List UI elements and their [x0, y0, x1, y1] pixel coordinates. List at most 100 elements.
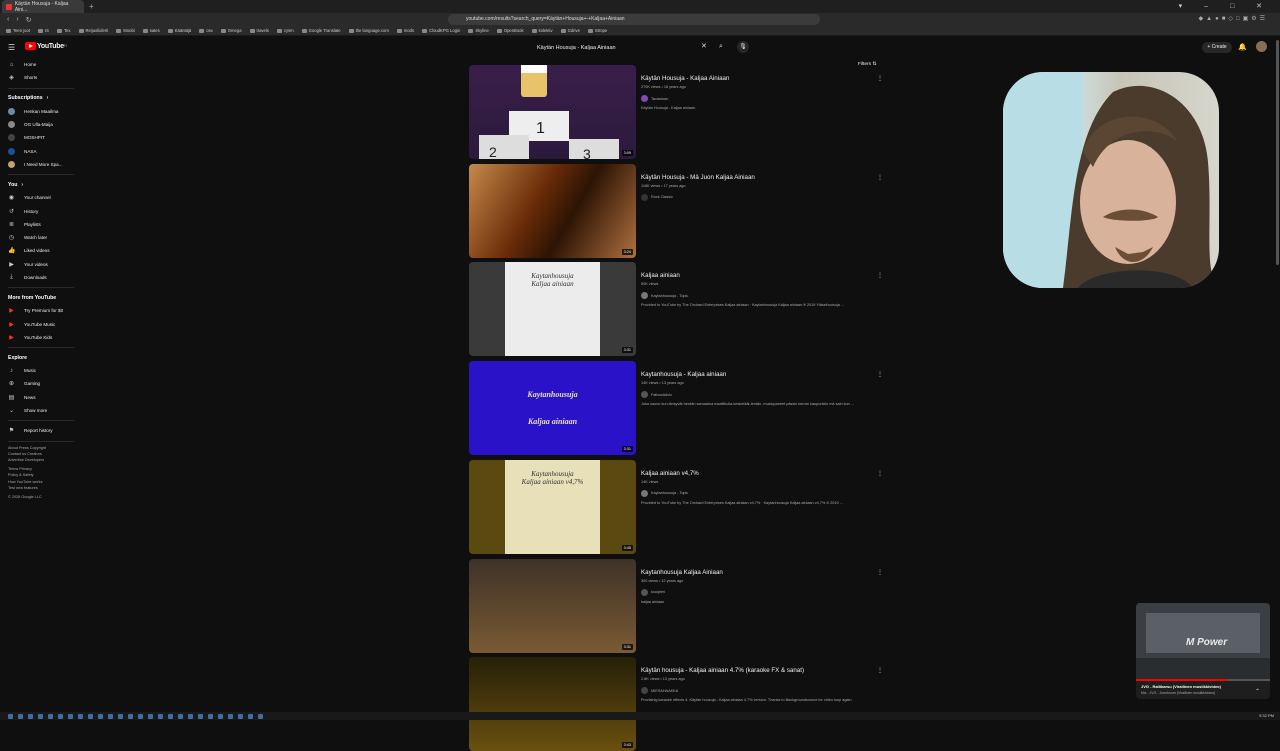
video-title[interactable]: Kaljaa ainiaan v4,7%	[641, 470, 699, 477]
video-thumbnail[interactable]: Kaytanhousuja Kaljaa ainiaan 3:31	[469, 361, 636, 456]
sidebar-item[interactable]: ◉ Your channel	[0, 191, 82, 204]
video-thumbnail[interactable]: Kaytanhousuja Kaljaa ainiaan 3:31	[469, 262, 636, 357]
sidebar-item[interactable]: ⌂ Home	[0, 58, 82, 71]
bookmark-item[interactable]: Kääntäjä	[167, 28, 191, 33]
sidebar-item[interactable]: ▶ Your videos	[0, 258, 82, 271]
bookmark-item[interactable]: Tex	[56, 28, 71, 33]
scrollbar-thumb[interactable]	[1276, 40, 1279, 265]
taskbar-app-icon[interactable]	[128, 713, 133, 719]
video-result[interactable]: Kaytanhousuja Kaljaa ainiaan 3:31 Kaytanhou…	[469, 361, 885, 456]
taskbar-app-icon[interactable]	[148, 713, 153, 719]
voice-search-icon[interactable]: 🎙	[737, 41, 749, 53]
video-thumbnail[interactable]: 3:31	[469, 558, 636, 653]
taskbar-app-icon[interactable]	[118, 713, 123, 719]
sidebar-item[interactable]: MOSHPIT	[0, 131, 82, 144]
url-input[interactable]: youtube.com/results?search_query=Käytän+…	[448, 14, 820, 25]
sidebar-item[interactable]: Henkan Maailma	[0, 105, 82, 118]
taskbar-app-icon[interactable]	[188, 713, 193, 719]
video-thumbnail[interactable]: 3:43	[469, 657, 636, 751]
new-tab-icon[interactable]: +	[89, 2, 94, 11]
video-title[interactable]: Käytän Housuja - Mä Juon Kaljaa Ainiaan	[641, 174, 755, 181]
sidebar-section-title[interactable]: You ›	[0, 178, 82, 191]
sidebar-item[interactable]: ▶ YouTube Music	[0, 317, 82, 330]
search-button[interactable]: ⌕	[714, 40, 728, 54]
bookmark-item[interactable]: Teen juot	[6, 28, 30, 33]
more-options-icon[interactable]: ⋮	[877, 272, 883, 279]
footer-line[interactable]: © 2026 Google LLC	[8, 494, 82, 500]
bookmark-item[interactable]: Gdrive	[560, 28, 580, 33]
sidebar-item[interactable]: ≣ Playlists	[0, 218, 82, 231]
miniplayer-progress[interactable]	[1136, 679, 1270, 681]
taskbar-app-icon[interactable]	[208, 713, 213, 719]
sidebar-item[interactable]: ⤓ Downloads	[0, 271, 82, 284]
taskbar-app-icon[interactable]	[68, 713, 73, 719]
channel-link[interactable]: Tavastoan	[641, 95, 668, 102]
taskbar-app-icon[interactable]	[38, 713, 43, 719]
create-button[interactable]: + Create	[1202, 42, 1232, 53]
window-controls[interactable]: ▾ – □ ✕	[1179, 2, 1272, 10]
more-options-icon[interactable]: ⋮	[877, 569, 883, 576]
sidebar-item[interactable]: OG Ulla-Maija	[0, 118, 82, 131]
sidebar-item[interactable]: ▤ News	[0, 391, 82, 404]
bookmark-item[interactable]: Moobi	[116, 28, 135, 33]
sidebar-item[interactable]: ▶ Try Premium for $0	[0, 304, 82, 317]
video-result[interactable]: 1 2 3 3:09 Käytän Housuja - Kaljaa Ainiaan 27…	[469, 65, 885, 159]
sidebar-section-title[interactable]: More from YouTube	[0, 291, 82, 304]
bookmark-item[interactable]: CloudKPG Login	[422, 28, 460, 33]
taskbar-app-icon[interactable]	[238, 713, 243, 719]
sidebar-item[interactable]: ⚑ Report history	[0, 424, 82, 437]
miniplayer-expand-icon[interactable]: ⌃	[1255, 688, 1260, 695]
video-thumbnail[interactable]: 1 2 3 3:09	[469, 65, 636, 159]
bookmark-item[interactable]: the language.com	[348, 28, 389, 33]
sidebar-section-title[interactable]: Subscriptions ›	[0, 92, 82, 105]
video-title[interactable]: Käytän Housuja - Kaljaa Ainiaan	[641, 75, 729, 82]
channel-link[interactable]: FatboxAdvix	[641, 391, 672, 399]
avatar[interactable]	[1256, 41, 1267, 52]
bookmark-item[interactable]: IS	[38, 28, 49, 33]
taskbar-app-icon[interactable]	[8, 713, 13, 719]
youtube-logo[interactable]: YouTube FI	[25, 42, 67, 50]
sidebar-item[interactable]: I Need More Spa...	[0, 158, 82, 171]
bookmark-item[interactable]: OpenBook	[496, 28, 524, 33]
sidebar-item[interactable]: 👍 Liked videos	[0, 244, 82, 257]
bookmark-item[interactable]: sates	[142, 28, 160, 33]
video-title[interactable]: Kaytanhousuja Kaljaa Ainiaan	[641, 569, 723, 576]
bookmark-item[interactable]: Strope	[587, 28, 607, 33]
reload-icon[interactable]: ↻	[26, 16, 32, 24]
menu-icon[interactable]: ☰	[8, 43, 15, 52]
video-title[interactable]: Kaljaa ainiaan	[641, 272, 680, 279]
more-options-icon[interactable]: ⋮	[877, 667, 883, 674]
taskbar-app-icon[interactable]	[108, 713, 113, 719]
bookmark-item[interactable]: Reijuoliiderti	[78, 28, 108, 33]
taskbar-app-icon[interactable]	[18, 713, 23, 719]
video-title[interactable]: Kaytanhousuja - Kaljaa ainiaan	[641, 371, 726, 378]
video-result[interactable]: 3:24 Käytän Housuja - Mä Juon Kaljaa Aini…	[469, 163, 885, 258]
extension-icons[interactable]: ◆▲●■◇□▣⚙☰	[1199, 15, 1268, 22]
taskbar-app-icon[interactable]	[248, 713, 253, 719]
taskbar-app-icon[interactable]	[198, 713, 203, 719]
more-options-icon[interactable]: ⋮	[877, 371, 883, 378]
channel-link[interactable]: Kaytanhousuja - Topic	[641, 292, 688, 300]
channel-link[interactable]: Rock Classic	[641, 193, 673, 201]
taskbar-app-icon[interactable]	[168, 713, 173, 719]
sidebar-item[interactable]: ♪ Music	[0, 364, 82, 377]
back-icon[interactable]: ‹	[7, 16, 9, 23]
sidebar-item[interactable]: ◷ Watch later	[0, 231, 82, 244]
taskbar-app-icon[interactable]	[158, 713, 163, 719]
sidebar-item[interactable]: ⊕ Gaming	[0, 377, 82, 390]
taskbar-app-icon[interactable]	[88, 713, 93, 719]
taskbar-app-icon[interactable]	[178, 713, 183, 719]
video-title[interactable]: Käytän housuja - Kaljaa ainiaan 4.7% (ka…	[641, 667, 804, 674]
sidebar-item[interactable]: ⌄ Show more	[0, 404, 82, 417]
bookmark-item[interactable]: mods	[396, 28, 414, 33]
taskbar-app-icon[interactable]	[28, 713, 33, 719]
bookmark-item[interactable]: Skyline	[468, 28, 489, 33]
miniplayer[interactable]: M Power JVG - Rallikarsu (Virallinen mus…	[1136, 603, 1270, 699]
taskbar-app-icon[interactable]	[58, 713, 63, 719]
taskbar-app-icon[interactable]	[138, 713, 143, 719]
video-result[interactable]: Kaytanhousuja Kaljaa ainiaan v4,7% 3:45 Kal…	[469, 459, 885, 554]
taskbar-app-icon[interactable]	[228, 713, 233, 719]
video-thumbnail[interactable]: Kaytanhousuja Kaljaa ainiaan v4,7% 3:45	[469, 459, 636, 554]
more-options-icon[interactable]: ⋮	[877, 75, 883, 82]
search-input[interactable]: Käytän Housuja - Kaljaa Ainiaan	[530, 41, 713, 54]
